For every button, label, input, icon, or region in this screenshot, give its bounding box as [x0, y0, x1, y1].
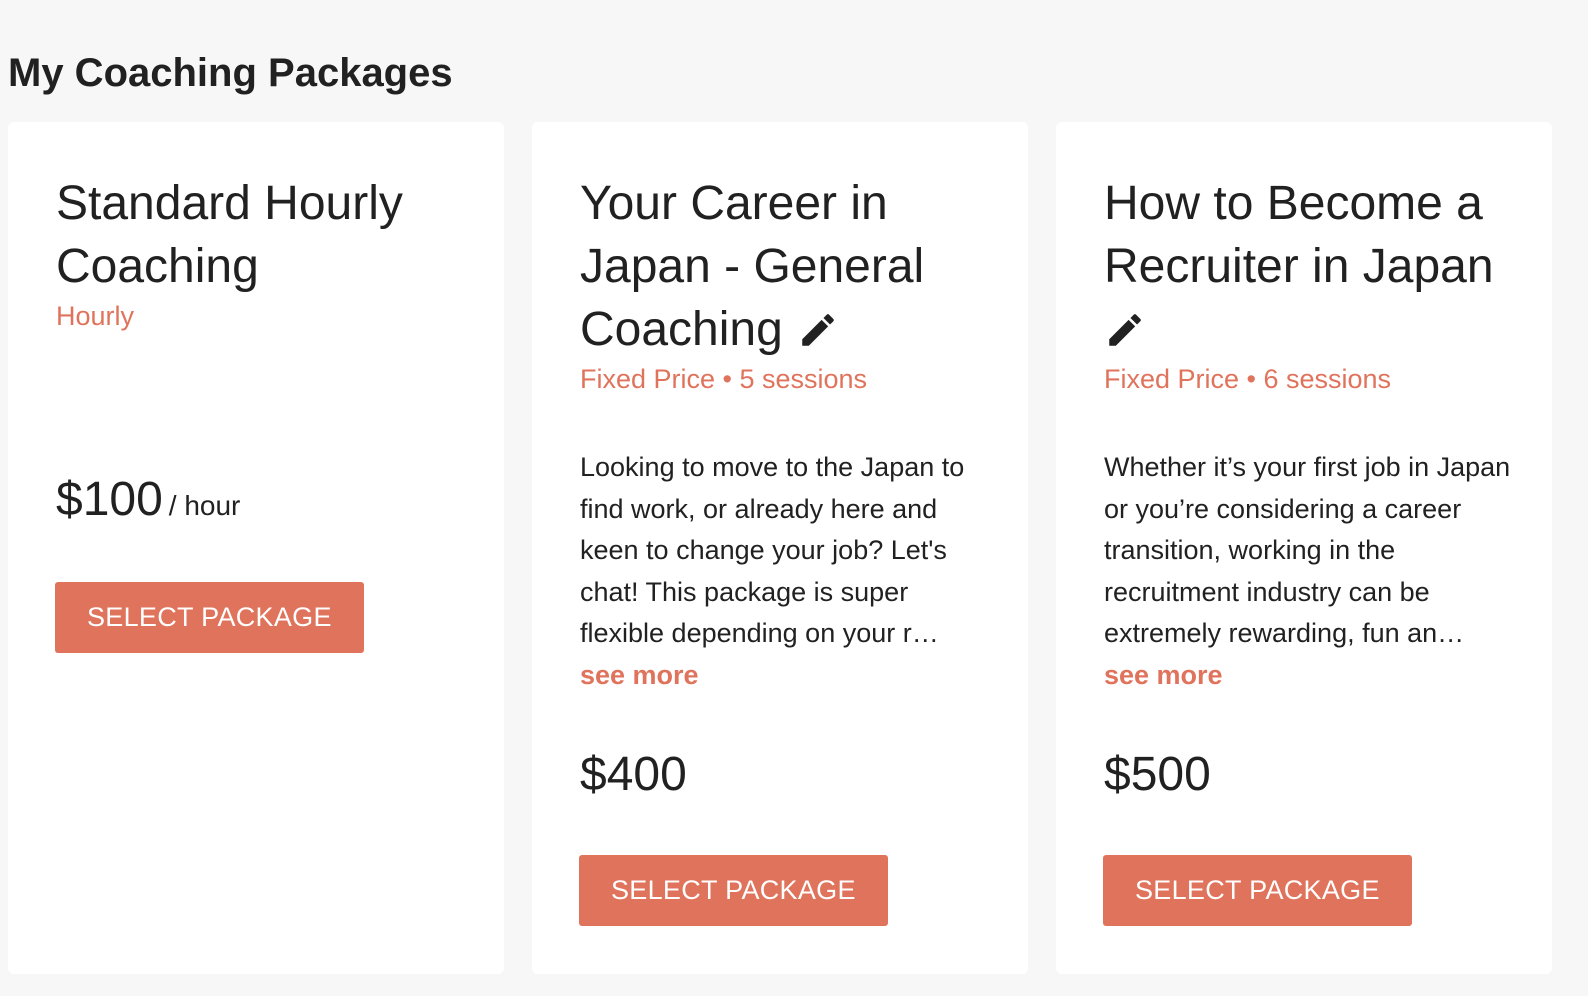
package-price: $400: [580, 747, 687, 803]
package-title: Your Career in Japan - General Coaching: [580, 172, 992, 361]
select-package-button[interactable]: SELECT PACKAGE: [55, 582, 364, 653]
package-title-text: Standard Hourly Coaching: [56, 177, 403, 293]
package-description: Whether it’s your first job in Japan or …: [1104, 452, 1511, 648]
price-amount: $500: [1104, 748, 1211, 801]
pencil-icon[interactable]: [1104, 304, 1146, 346]
package-type: Hourly: [56, 301, 135, 331]
package-type: Fixed Price • 6 sessions: [1104, 364, 1392, 394]
package-card-body: Standard Hourly Coaching Hourly: [56, 172, 468, 334]
see-more-link[interactable]: see more: [580, 655, 699, 697]
price-amount: $100: [56, 473, 163, 526]
see-more-link[interactable]: see more: [1104, 655, 1223, 697]
package-description: Looking to move to the Japan to find wor…: [580, 452, 965, 648]
package-card-body: Your Career in Japan - General Coaching …: [580, 172, 992, 696]
pencil-icon[interactable]: [797, 304, 839, 346]
package-title-text: How to Become a Recruiter in Japan: [1104, 177, 1494, 293]
package-card-career-in-japan: Your Career in Japan - General Coaching …: [532, 122, 1028, 974]
page-title: My Coaching Packages: [8, 51, 453, 95]
package-card-body: How to Become a Recruiter in Japan Fixed…: [1104, 172, 1516, 696]
package-title: How to Become a Recruiter in Japan: [1104, 172, 1516, 361]
price-unit: / hour: [168, 490, 241, 521]
package-type: Fixed Price • 5 sessions: [580, 364, 868, 394]
package-title: Standard Hourly Coaching: [56, 172, 468, 298]
coaching-packages-page: My Coaching Packages Standard Hourly Coa…: [0, 0, 1588, 996]
select-package-button[interactable]: SELECT PACKAGE: [579, 855, 888, 926]
package-title-text: Your Career in Japan - General Coaching: [580, 177, 925, 356]
package-card-standard-hourly: Standard Hourly Coaching Hourly $100/ ho…: [8, 122, 504, 974]
package-price: $100/ hour: [56, 472, 240, 534]
select-package-button[interactable]: SELECT PACKAGE: [1103, 855, 1412, 926]
package-card-recruiter-in-japan: How to Become a Recruiter in Japan Fixed…: [1056, 122, 1552, 974]
price-amount: $400: [580, 748, 687, 801]
package-price: $500: [1104, 747, 1211, 803]
